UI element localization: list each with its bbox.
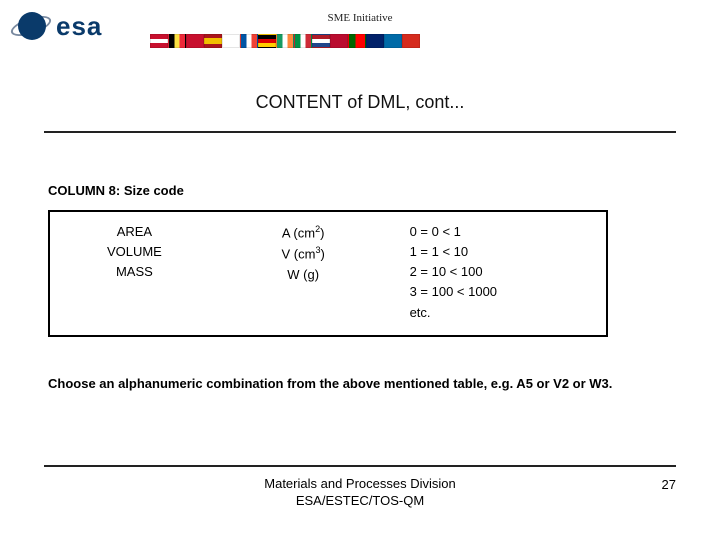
table-cell: W (g) xyxy=(233,265,374,285)
size-table-col-ranges: 0 = 0 < 11 = 1 < 102 = 10 < 1003 = 100 <… xyxy=(388,212,606,335)
footer-text: Materials and Processes Division ESA/EST… xyxy=(74,475,646,510)
esa-logo: esa xyxy=(10,2,145,50)
flag-norway xyxy=(330,34,348,48)
flag-portugal xyxy=(348,34,366,48)
instruction-text: Choose an alphanumeric combination from … xyxy=(48,375,672,394)
member-state-flags xyxy=(150,34,420,48)
flag-netherlands xyxy=(312,34,330,48)
table-cell: AREA xyxy=(64,222,205,242)
slide-content: COLUMN 8: Size code AREAVOLUMEMASS A (cm… xyxy=(0,183,720,394)
table-cell: MASS xyxy=(64,262,205,282)
flag-germany xyxy=(258,34,276,48)
flag-ireland xyxy=(276,34,294,48)
flag-spain xyxy=(204,34,222,48)
table-cell: A (cm2) xyxy=(233,222,374,243)
flag-austria xyxy=(150,34,168,48)
flag-sweden xyxy=(384,34,402,48)
footer-line1: Materials and Processes Division xyxy=(264,476,455,491)
table-cell: 1 = 1 < 10 xyxy=(410,242,592,262)
size-table-col-symbol: A (cm2)V (cm3)W (g) xyxy=(219,212,388,335)
esa-logo-mark xyxy=(10,5,52,47)
flag-finland xyxy=(222,34,240,48)
table-cell: VOLUME xyxy=(64,242,205,262)
esa-logo-text: esa xyxy=(56,11,102,42)
slide-footer: Materials and Processes Division ESA/EST… xyxy=(44,465,676,510)
footer-line2: ESA/ESTEC/TOS-QM xyxy=(296,493,424,508)
slide-title: CONTENT of DML, cont... xyxy=(0,92,720,113)
divider-top xyxy=(44,131,676,133)
flag-switzerland xyxy=(402,34,420,48)
divider-bottom xyxy=(44,465,676,467)
size-code-table: AREAVOLUMEMASS A (cm2)V (cm3)W (g) 0 = 0… xyxy=(48,210,608,337)
sme-initiative-label: SME Initiative xyxy=(327,12,392,24)
table-cell: 2 = 10 < 100 xyxy=(410,262,592,282)
table-cell: 0 = 0 < 1 xyxy=(410,222,592,242)
flag-italy xyxy=(294,34,312,48)
flag-denmark xyxy=(186,34,204,48)
flag-france xyxy=(240,34,258,48)
column8-heading: COLUMN 8: Size code xyxy=(48,183,672,198)
table-cell: etc. xyxy=(410,303,592,323)
flag-uk xyxy=(366,34,384,48)
table-cell: 3 = 100 < 1000 xyxy=(410,282,592,302)
size-table-col-property: AREAVOLUMEMASS xyxy=(50,212,219,335)
slide-header: esa SME Initiative xyxy=(0,0,720,56)
table-cell: V (cm3) xyxy=(233,243,374,264)
page-number: 27 xyxy=(646,475,676,492)
flag-belgium xyxy=(168,34,186,48)
